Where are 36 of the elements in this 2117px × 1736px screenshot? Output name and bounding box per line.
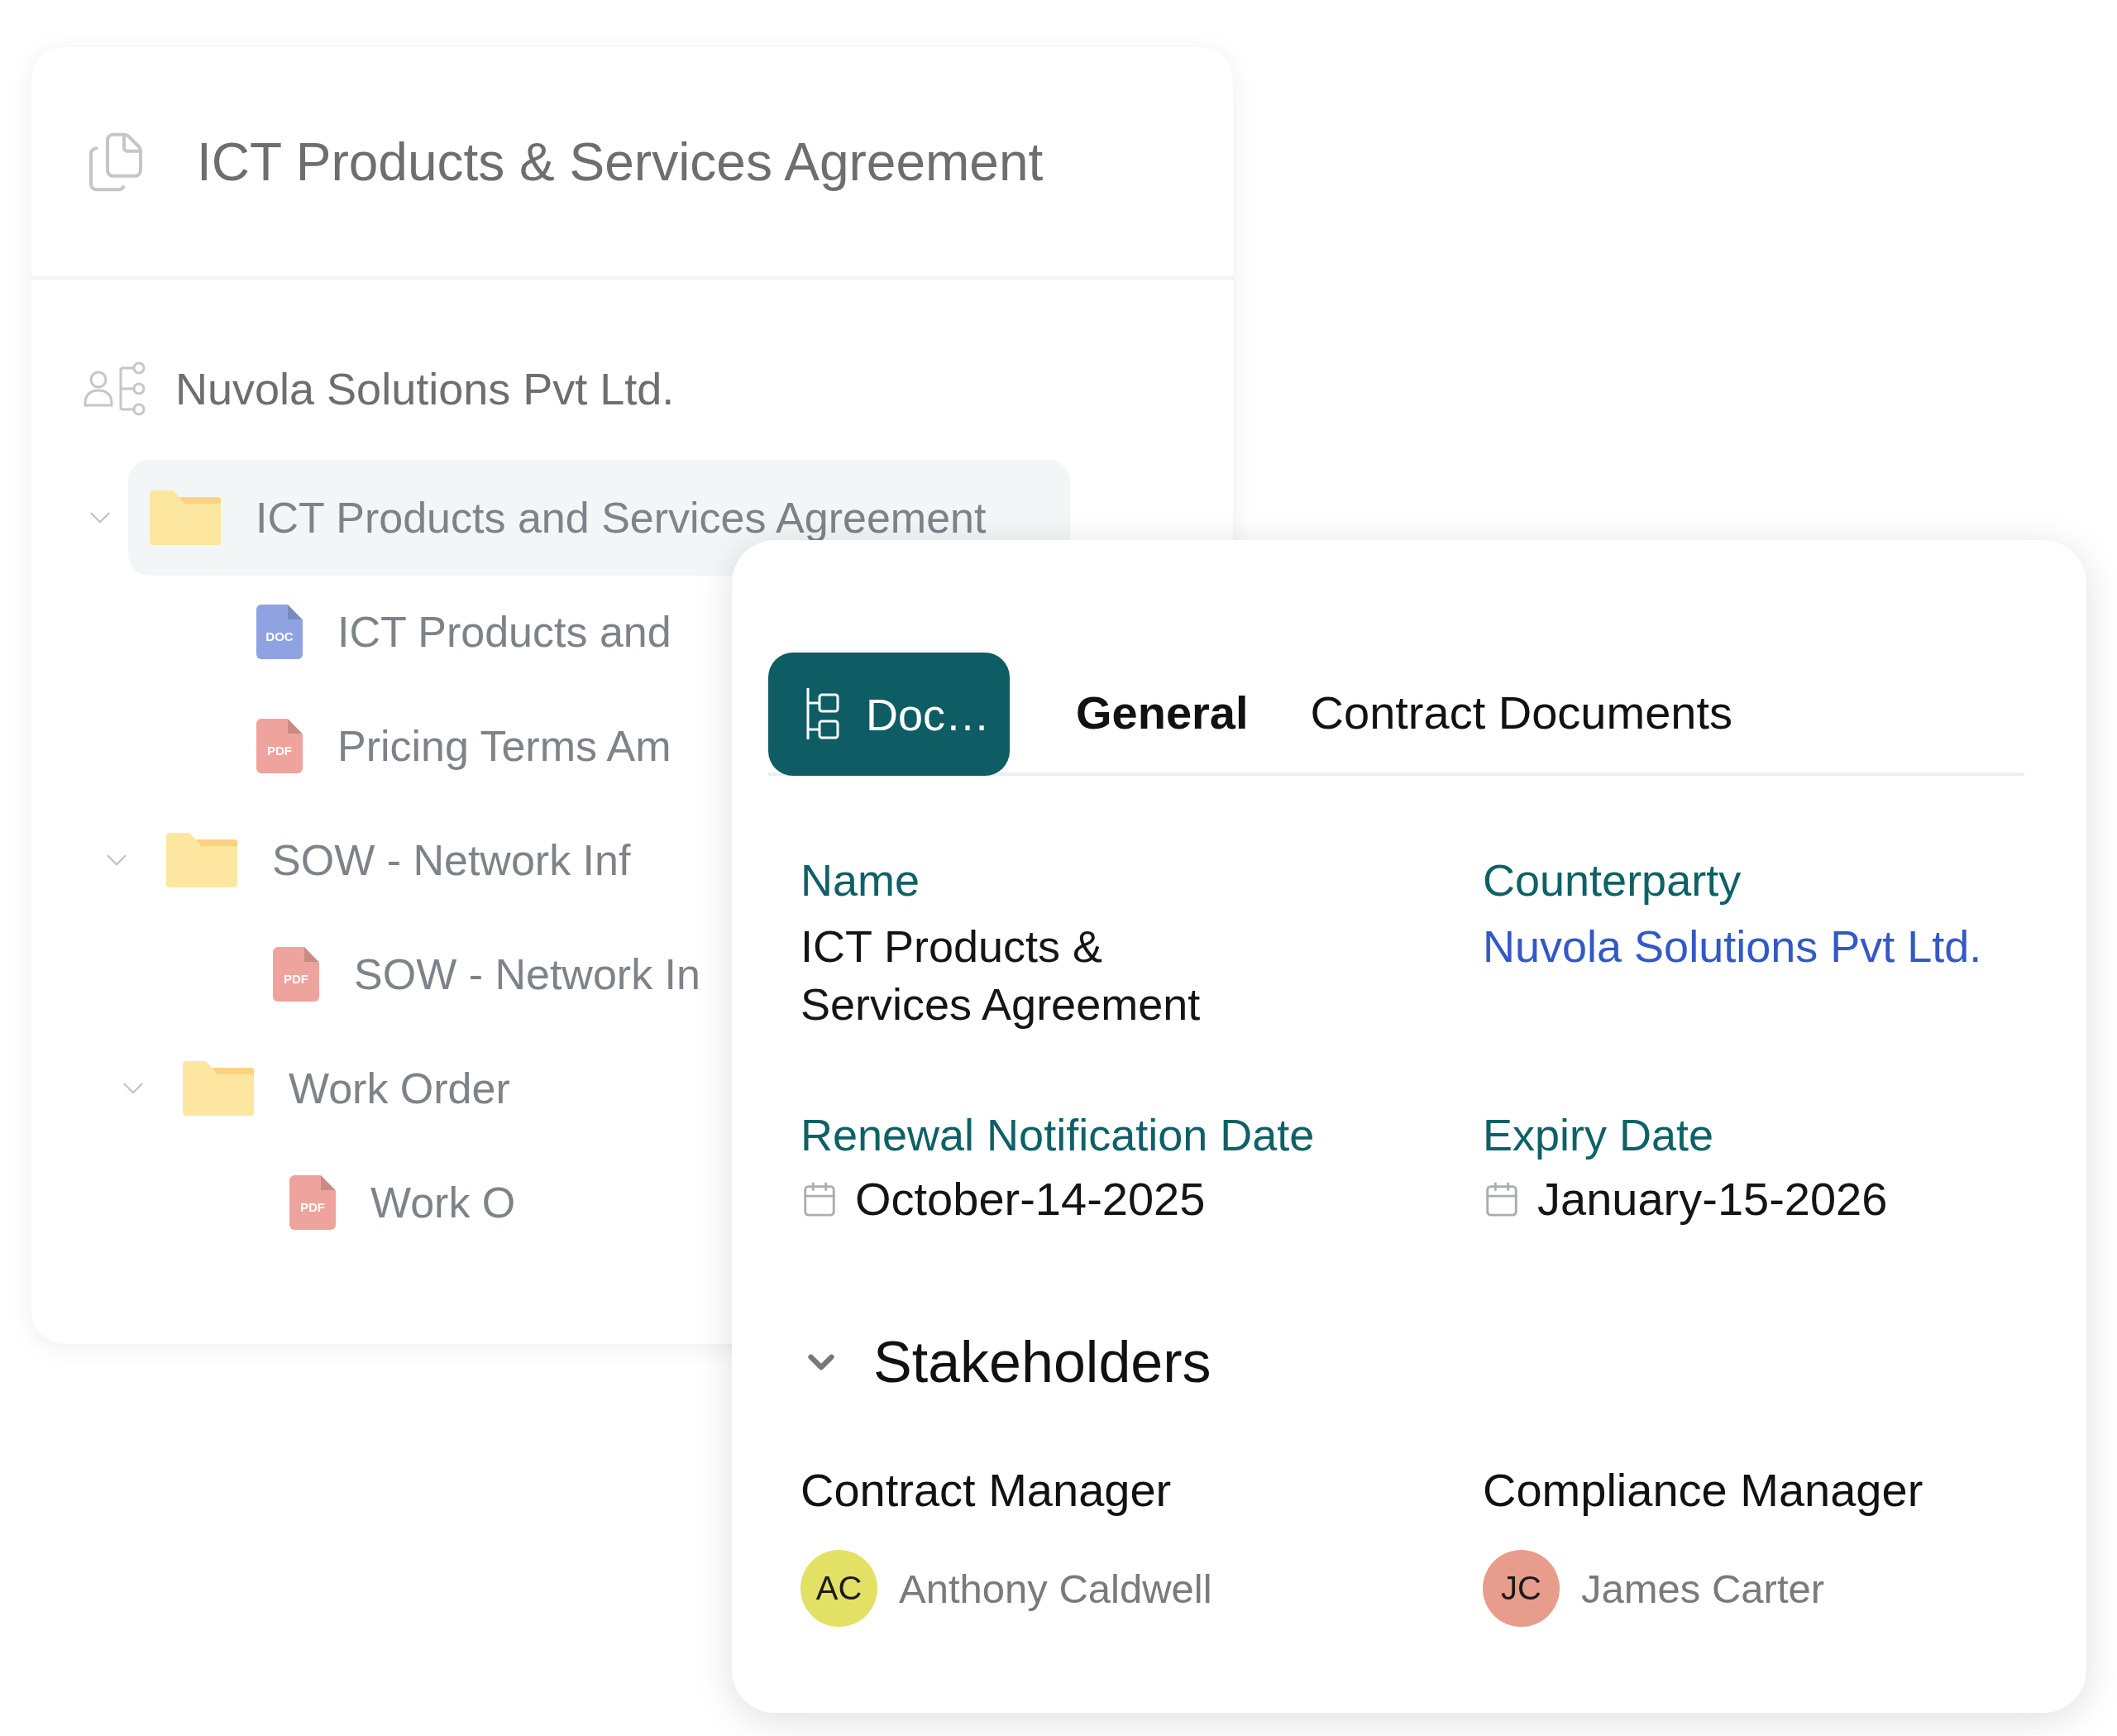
date-value: January-15-2026 [1537, 1172, 1888, 1226]
company-name: Nuvola Solutions Pvt Ltd. [175, 363, 675, 414]
pdf-file-icon: PDF [273, 947, 319, 1002]
file-name[interactable]: Work O [370, 1178, 516, 1227]
folder-icon [183, 1061, 254, 1116]
folder-icon [166, 833, 237, 887]
avatar: AC [800, 1550, 877, 1627]
selected-tree-row[interactable]: ICT Products and Services Agreement [128, 460, 1070, 576]
file-name[interactable]: SOW - Network In [354, 949, 700, 999]
avatar: JC [1483, 1550, 1560, 1627]
panel-title: ICT Products & Services Agreement [197, 131, 1044, 193]
org-chart-icon [83, 360, 147, 418]
pdf-file-icon: PDF [256, 719, 303, 773]
doc-file-icon: DOC [256, 605, 303, 659]
pdf-file-icon: PDF [289, 1175, 336, 1230]
field-value: ICT Products & Services Agreement [800, 921, 1202, 1031]
field-label: Expiry Date [1483, 1109, 1715, 1160]
date-value: October-14-2025 [855, 1172, 1206, 1226]
counterparty-link[interactable]: Nuvola Solutions Pvt Ltd. [1483, 917, 1982, 975]
document-tree-button[interactable]: Doc… [768, 653, 1010, 776]
role-label: Contract Manager [800, 1463, 1173, 1517]
tab[interactable]: General [1076, 686, 1249, 739]
field-label: Name [800, 854, 921, 906]
field-label: Renewal Notification Date [800, 1109, 1316, 1160]
folder-name[interactable]: ICT Products and Services Agreement [256, 493, 987, 543]
folder-icon [150, 490, 221, 545]
folder-name[interactable]: Work Order [289, 1064, 510, 1113]
folder-name[interactable]: SOW - Network Inf [272, 835, 631, 885]
file-name[interactable]: ICT Products and [337, 607, 671, 657]
tab[interactable]: Contract Documents [1310, 686, 1732, 739]
section-title: Stakeholders [873, 1329, 1211, 1395]
person-name: Anthony Caldwell [899, 1565, 1212, 1612]
file-name[interactable]: Pricing Terms Am [337, 721, 671, 771]
role-label: Compliance Manager [1483, 1463, 1924, 1517]
field-label: Counterparty [1483, 854, 1742, 906]
person-name: James Carter [1581, 1565, 1825, 1612]
